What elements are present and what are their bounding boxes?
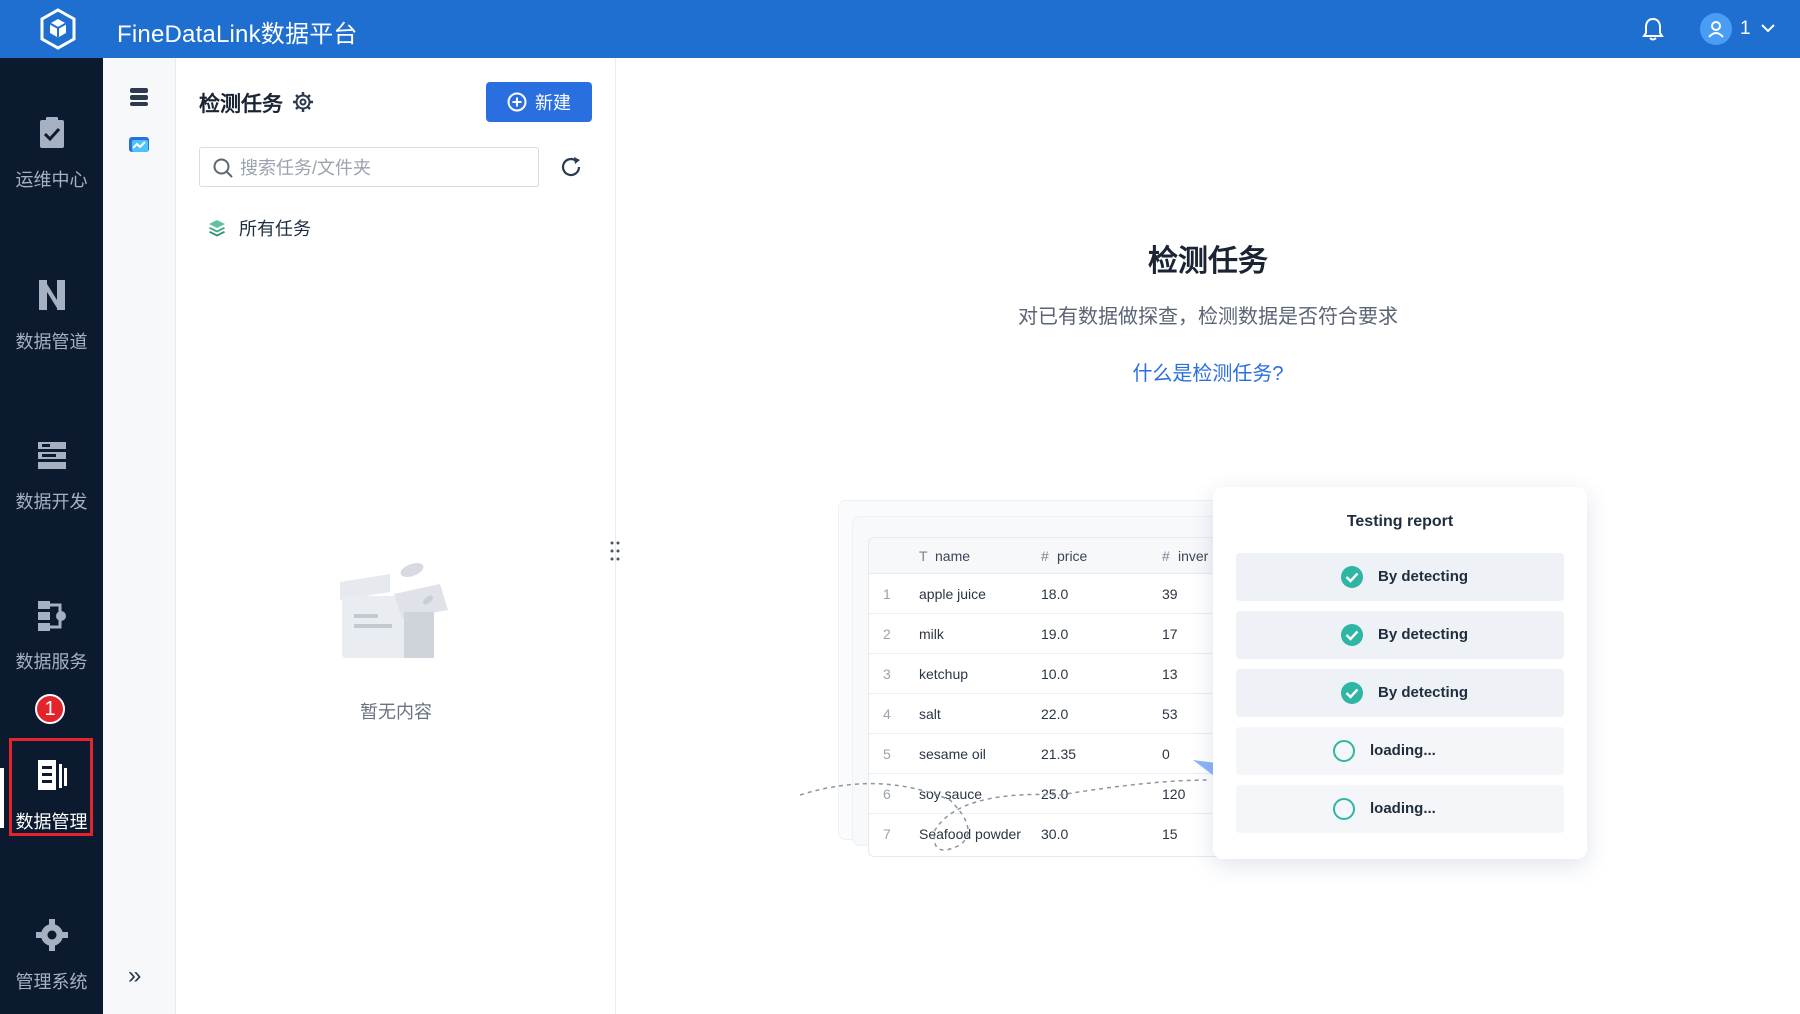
check-circle-icon: [1341, 682, 1363, 704]
report-item: By detecting: [1236, 611, 1564, 659]
number-type-icon: #: [1162, 548, 1170, 564]
database-icon[interactable]: [125, 83, 153, 111]
sub-nav-strip: [103, 58, 176, 1014]
plus-circle-icon: [507, 92, 527, 112]
avatar[interactable]: [1700, 13, 1732, 45]
gear-icon: [36, 919, 68, 951]
report-item: loading...: [1236, 785, 1564, 833]
table-row: 1 apple juice 18.0 39: [869, 574, 1227, 614]
report-item: By detecting: [1236, 553, 1564, 601]
table-row: 6 soy sauce 25.0 120: [869, 774, 1227, 814]
check-circle-icon: [1341, 624, 1363, 646]
new-task-button[interactable]: 新建: [486, 82, 592, 122]
highlight-box-1: [9, 738, 93, 836]
step-badge-1: 1: [35, 694, 65, 724]
clipboard-check-icon: [40, 117, 64, 148]
illustration-table: T name # price # inver 1 apple juice 18.…: [868, 537, 1228, 857]
number-type-icon: #: [1041, 548, 1049, 564]
tree-item-all-tasks[interactable]: 所有任务: [207, 213, 311, 243]
search-icon: [213, 158, 233, 178]
table-row: 5 sesame oil 21.35 0: [869, 734, 1227, 774]
panel-title: 检测任务: [199, 93, 283, 116]
active-nav-indicator: [0, 768, 4, 828]
resize-handle-icon[interactable]: [609, 540, 621, 562]
detection-task-icon[interactable]: [125, 131, 153, 159]
user-name[interactable]: 1: [1740, 18, 1751, 40]
nav-item-system[interactable]: 管理系统: [0, 898, 103, 1014]
chevron-down-icon[interactable]: [1760, 22, 1776, 34]
service-icon: [38, 601, 66, 631]
page-subtitle: 对已有数据做探查，检测数据是否符合要求: [1018, 306, 1398, 328]
develop-icon: [38, 442, 66, 469]
page-title: 检测任务: [1148, 245, 1268, 278]
nav-item-ops[interactable]: 运维中心: [0, 96, 103, 216]
column-header: name: [935, 548, 971, 564]
nav-item-service[interactable]: 数据服务: [0, 578, 103, 698]
notification-bell-icon[interactable]: [1641, 16, 1665, 42]
refresh-icon[interactable]: [559, 155, 583, 179]
report-title: Testing report: [1346, 513, 1454, 530]
new-task-label: 新建: [535, 93, 571, 113]
table-row: 2 milk 19.0 17: [869, 614, 1227, 654]
check-circle-icon: [1341, 566, 1363, 588]
expand-sidebar-icon[interactable]: »: [128, 964, 152, 988]
empty-state-text: 暂无内容: [360, 702, 432, 722]
search-input[interactable]: [240, 154, 530, 182]
user-icon: [1708, 21, 1724, 38]
column-header: inver: [1178, 548, 1209, 564]
table-header: T name # price # inver: [869, 538, 1227, 574]
search-box: [199, 147, 539, 187]
table-row: 7 Seafood powder 30.0 15: [883, 826, 1178, 842]
empty-box-icon: [340, 563, 448, 658]
table-row: 4 salt 22.0 53: [869, 694, 1227, 734]
text-type-icon: T: [919, 548, 928, 564]
report-item: loading...: [1236, 727, 1564, 775]
loading-circle-icon: [1333, 798, 1355, 820]
nav-item-develop[interactable]: 数据开发: [0, 418, 103, 538]
app-title: FineDataLink数据平台: [117, 21, 358, 48]
testing-report-card: Testing report By detecting By detecting…: [1213, 487, 1587, 859]
pipeline-icon: [39, 280, 65, 310]
loading-circle-icon: [1333, 740, 1355, 762]
help-link[interactable]: 什么是检测任务?: [616, 357, 1800, 386]
task-panel: 检测任务 新建 所有任务: [176, 58, 620, 1014]
report-item: By detecting: [1236, 669, 1564, 717]
tree-item-label: 所有任务: [239, 219, 311, 239]
column-header: price: [1057, 548, 1088, 564]
top-bar: FineDataLink数据平台 1: [0, 0, 1800, 58]
app-logo-icon: [40, 8, 76, 50]
nav-item-pipeline[interactable]: 数据管道: [0, 258, 103, 378]
settings-gear-icon[interactable]: [292, 91, 314, 113]
table-row: 3 ketchup 10.0 13: [869, 654, 1227, 694]
layers-icon: [209, 220, 225, 237]
main-nav: 运维中心 数据管道 数据开发 数据服务 数据管理 管理系统: [0, 58, 103, 1014]
